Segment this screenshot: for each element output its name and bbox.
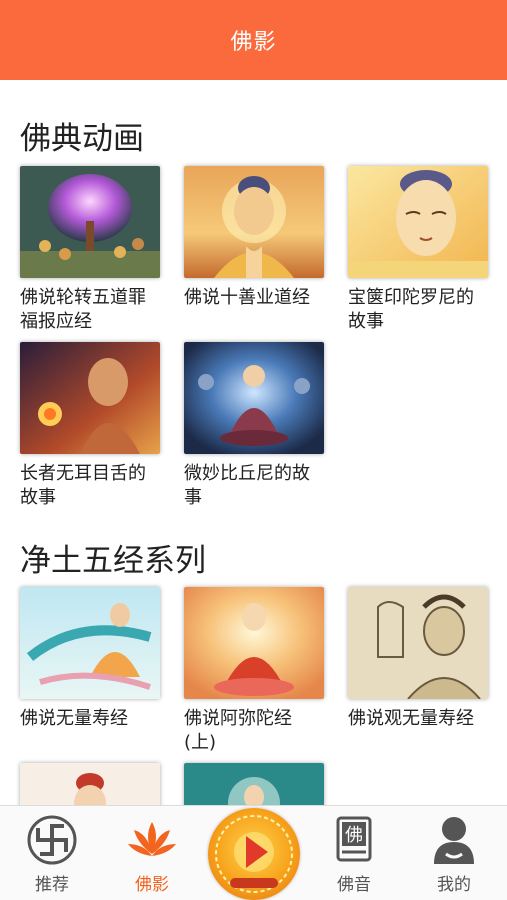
- video-card[interactable]: 佛说阿弥陀经(上): [184, 587, 324, 755]
- tab-label: 推荐: [35, 875, 69, 895]
- page-title: 佛影: [230, 30, 277, 55]
- video-card[interactable]: 微妙比丘尼的故事: [184, 342, 324, 510]
- video-thumbnail[interactable]: [20, 763, 160, 805]
- top-bar: 佛影: [0, 0, 507, 80]
- video-card[interactable]: 佛说轮转五道罪福报应经: [20, 166, 160, 334]
- video-title: 佛说观无量寿经: [348, 708, 474, 729]
- play-center-icon: [215, 815, 293, 893]
- video-thumbnail[interactable]: [184, 342, 324, 454]
- swastika-icon: [27, 815, 77, 865]
- scripture-icon: 佛: [336, 816, 372, 862]
- video-card[interactable]: 佛说无量寿经: [20, 587, 160, 731]
- video-thumbnail[interactable]: [20, 342, 160, 454]
- center-play-button[interactable]: [208, 808, 300, 900]
- svg-text:佛: 佛: [345, 825, 363, 846]
- video-thumbnail[interactable]: [20, 587, 160, 699]
- tab-recommend[interactable]: 推荐: [12, 814, 92, 895]
- video-title: 佛说阿弥陀经(上): [184, 708, 292, 753]
- video-title: 宝箧印陀罗尼的故事: [348, 287, 474, 332]
- tab-label: 我的: [437, 875, 471, 895]
- section-title-animations: 佛典动画: [20, 121, 144, 157]
- lotus-icon: [128, 822, 176, 856]
- video-card[interactable]: [20, 763, 160, 805]
- video-card[interactable]: 佛说观无量寿经: [348, 587, 488, 731]
- video-thumbnail[interactable]: [20, 166, 160, 278]
- video-title: 长者无耳目舌的故事: [20, 463, 146, 508]
- video-title: 微妙比丘尼的故事: [184, 463, 310, 508]
- profile-icon: [434, 817, 474, 864]
- video-title: 佛说十善业道经: [184, 287, 310, 308]
- video-card[interactable]: 佛说十善业道经: [184, 166, 324, 310]
- video-title: 佛说轮转五道罪福报应经: [20, 287, 146, 332]
- tab-buddha-audio[interactable]: 佛 佛音: [314, 814, 394, 895]
- section-title-pure-land: 净土五经系列: [20, 543, 206, 579]
- content-scroll[interactable]: 佛典动画 佛说轮转五道罪福报应经 佛说十善业道经 宝箧印陀罗尼的故事 长者无耳目…: [0, 80, 507, 805]
- tab-label: 佛影: [135, 875, 169, 895]
- video-thumbnail[interactable]: [184, 763, 324, 805]
- video-card[interactable]: 长者无耳目舌的故事: [20, 342, 160, 510]
- video-thumbnail[interactable]: [348, 166, 488, 278]
- video-title: 佛说无量寿经: [20, 708, 128, 729]
- video-thumbnail[interactable]: [184, 587, 324, 699]
- video-card[interactable]: 宝箧印陀罗尼的故事: [348, 166, 488, 334]
- video-card[interactable]: [184, 763, 324, 805]
- tab-label: 佛音: [337, 875, 371, 895]
- video-thumbnail[interactable]: [184, 166, 324, 278]
- tab-profile[interactable]: 我的: [414, 814, 494, 895]
- tab-buddha-film[interactable]: 佛影: [112, 814, 192, 895]
- video-thumbnail[interactable]: [348, 587, 488, 699]
